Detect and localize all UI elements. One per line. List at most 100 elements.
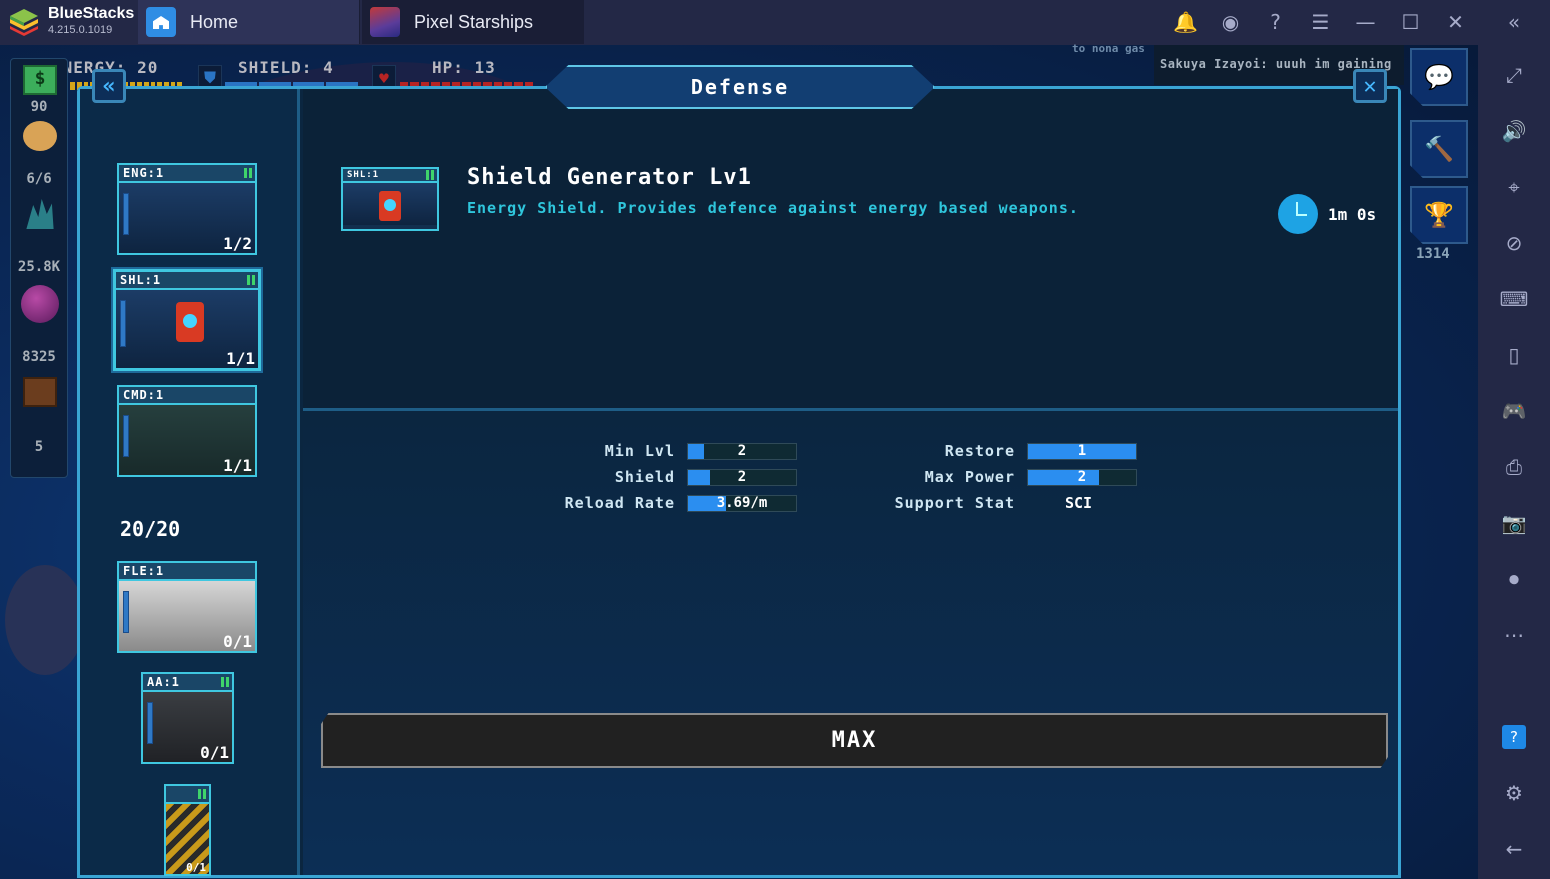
- tab-pixel-starships[interactable]: Pixel Starships: [362, 0, 584, 44]
- room-card-shl-selected[interactable]: SHL:1 1/1: [113, 269, 261, 371]
- stat-bar: 3.69/m: [687, 495, 797, 512]
- trophy-count: 1314: [1416, 246, 1450, 262]
- trophy-button[interactable]: 🏆: [1410, 186, 1468, 244]
- resource-column: $ 90 6/6 25.8K 8325 5: [10, 58, 68, 478]
- room-tag: ENG:1: [123, 166, 165, 180]
- close-icon[interactable]: ✕: [1433, 0, 1478, 44]
- stat-bar: 2: [1027, 469, 1137, 486]
- game-avatar-icon: [370, 7, 400, 37]
- panel-title: Defense: [545, 65, 935, 109]
- room-card-aa[interactable]: AA:1 0/1: [141, 672, 234, 764]
- gamepad-icon[interactable]: 🎮: [1478, 391, 1550, 431]
- mineral-crystal-icon[interactable]: [26, 199, 54, 229]
- crew-value: 6/6: [26, 171, 52, 187]
- room-count: 1/1: [223, 456, 252, 475]
- stat-value: 2: [1077, 469, 1087, 485]
- stat-value: 3.69/m: [716, 495, 768, 511]
- help-icon[interactable]: ?: [1502, 725, 1526, 749]
- chat-button[interactable]: 💬: [1410, 48, 1468, 106]
- stat-value: 2: [737, 443, 747, 459]
- stat-label: Shield: [614, 468, 675, 486]
- shield-label: SHIELD: 4: [238, 58, 334, 77]
- item-description: Energy Shield. Provides defence against …: [467, 199, 1079, 217]
- tab-game-label: Pixel Starships: [414, 11, 534, 32]
- bell-icon[interactable]: 🔔: [1163, 0, 1208, 44]
- room-tag: SHL:1: [120, 273, 162, 287]
- room-card-cmd[interactable]: CMD:1 1/1: [117, 385, 257, 477]
- room-count: 0/1: [186, 861, 206, 874]
- item-name: Shield Generator Lv1: [467, 165, 752, 190]
- more-icon[interactable]: ⋯: [1478, 615, 1550, 655]
- max-button[interactable]: MAX: [321, 713, 1388, 768]
- stat-label: Reload Rate: [564, 494, 675, 512]
- gas-value: 8325: [22, 349, 56, 365]
- record-icon[interactable]: ⏺: [1478, 559, 1550, 599]
- money-icon[interactable]: $: [23, 65, 57, 95]
- install-apk-icon[interactable]: ⎙: [1478, 447, 1550, 487]
- account-icon[interactable]: ◉: [1208, 0, 1253, 44]
- tab-home[interactable]: Home: [138, 0, 360, 44]
- item-detail: SHL:1 Shield Generator Lv1 Energy Shield…: [303, 89, 1398, 411]
- room-card-eng[interactable]: ENG:1 1/2: [117, 163, 257, 255]
- power-indicator-icon: [221, 677, 229, 687]
- bluestacks-logo-icon: [10, 9, 38, 36]
- help-icon[interactable]: ?: [1253, 0, 1298, 44]
- stat-value: 2: [737, 469, 747, 485]
- item-stats: Min Lvl 2 Shield 2 Reload Rate 3.69/m Restore…: [303, 414, 1398, 875]
- fullscreen-icon[interactable]: ⤢: [1478, 55, 1550, 95]
- stat-label: Max Power: [924, 468, 1015, 486]
- keyboard-icon[interactable]: ⌨: [1478, 279, 1550, 319]
- room-card-fle[interactable]: FLE:1 0/1: [117, 561, 257, 653]
- bluestacks-sidebar: ⤢ 🔊 ⌖ ⊘ ⌨ ▯ 🎮 ⎙ 📷 ⏺ ⋯? ⚙ ←: [1478, 45, 1550, 879]
- asteroid-decoration: [5, 565, 85, 675]
- settings-icon[interactable]: ⚙: [1478, 773, 1550, 813]
- volume-icon[interactable]: 🔊: [1478, 111, 1550, 151]
- minimize-icon[interactable]: —: [1343, 0, 1388, 44]
- stat-label: Restore: [944, 442, 1015, 460]
- screenshot-icon[interactable]: 📷: [1478, 503, 1550, 543]
- stat-label: Min Lvl: [604, 442, 675, 460]
- room-capacity: 20/20: [120, 517, 181, 541]
- menu-icon[interactable]: ☰: [1298, 0, 1343, 44]
- stat-value: 1: [1077, 443, 1087, 459]
- collapse-sidebar-icon[interactable]: «: [1478, 0, 1550, 44]
- minerals-value: 25.8K: [17, 259, 61, 275]
- stat-label: Support Stat: [894, 494, 1015, 512]
- tab-home-label: Home: [190, 11, 239, 32]
- build-time: 1m 0s: [1328, 204, 1377, 224]
- back-icon[interactable]: ←: [1478, 829, 1550, 869]
- shield-generator-icon: [379, 191, 401, 221]
- room-count: 0/1: [200, 743, 229, 762]
- power-indicator-icon: [198, 789, 206, 799]
- gas-orb-icon[interactable]: [21, 285, 59, 323]
- build-hammer-button[interactable]: 🔨: [1410, 120, 1468, 178]
- pointer-lock-icon[interactable]: ⌖: [1478, 167, 1550, 207]
- room-tag: AA:1: [147, 675, 180, 689]
- power-indicator-icon: [244, 168, 252, 178]
- room-count: 0/1: [223, 632, 252, 651]
- supply-crate-icon[interactable]: [23, 377, 57, 407]
- room-count: 1/1: [226, 349, 255, 368]
- crew-icon[interactable]: [23, 121, 57, 151]
- stat-value: SCI: [1065, 494, 1093, 512]
- back-chevron-icon[interactable]: «: [92, 69, 126, 103]
- room-card-lift[interactable]: 0/1: [164, 784, 211, 876]
- room-tag: FLE:1: [123, 564, 165, 578]
- supply-value: 5: [34, 439, 44, 455]
- bluestacks-window: BlueStacks 4.215.0.1019 Home Pixel Stars…: [0, 0, 1550, 879]
- maximize-icon[interactable]: ☐: [1388, 0, 1433, 44]
- app-version: 4.215.0.1019: [48, 24, 113, 36]
- room-list[interactable]: ENG:1 1/2 SHL:1 1/1 CMD:1 1/1 20/20 FLE:…: [80, 89, 300, 876]
- hp-label: HP: 13: [432, 58, 496, 77]
- stat-bar: 2: [687, 443, 797, 460]
- close-panel-icon[interactable]: ✕: [1353, 69, 1387, 103]
- shield-generator-icon: [176, 302, 204, 342]
- clock-icon: [1278, 194, 1318, 234]
- bar-segment: [70, 82, 75, 90]
- hide-icon[interactable]: ⊘: [1478, 223, 1550, 263]
- stat-bar: 2: [687, 469, 797, 486]
- app-name: BlueStacks: [48, 5, 135, 22]
- portrait-icon[interactable]: ▯: [1478, 335, 1550, 375]
- power-indicator-icon: [426, 170, 434, 180]
- chat-partial-message: to nona gas: [1072, 42, 1145, 55]
